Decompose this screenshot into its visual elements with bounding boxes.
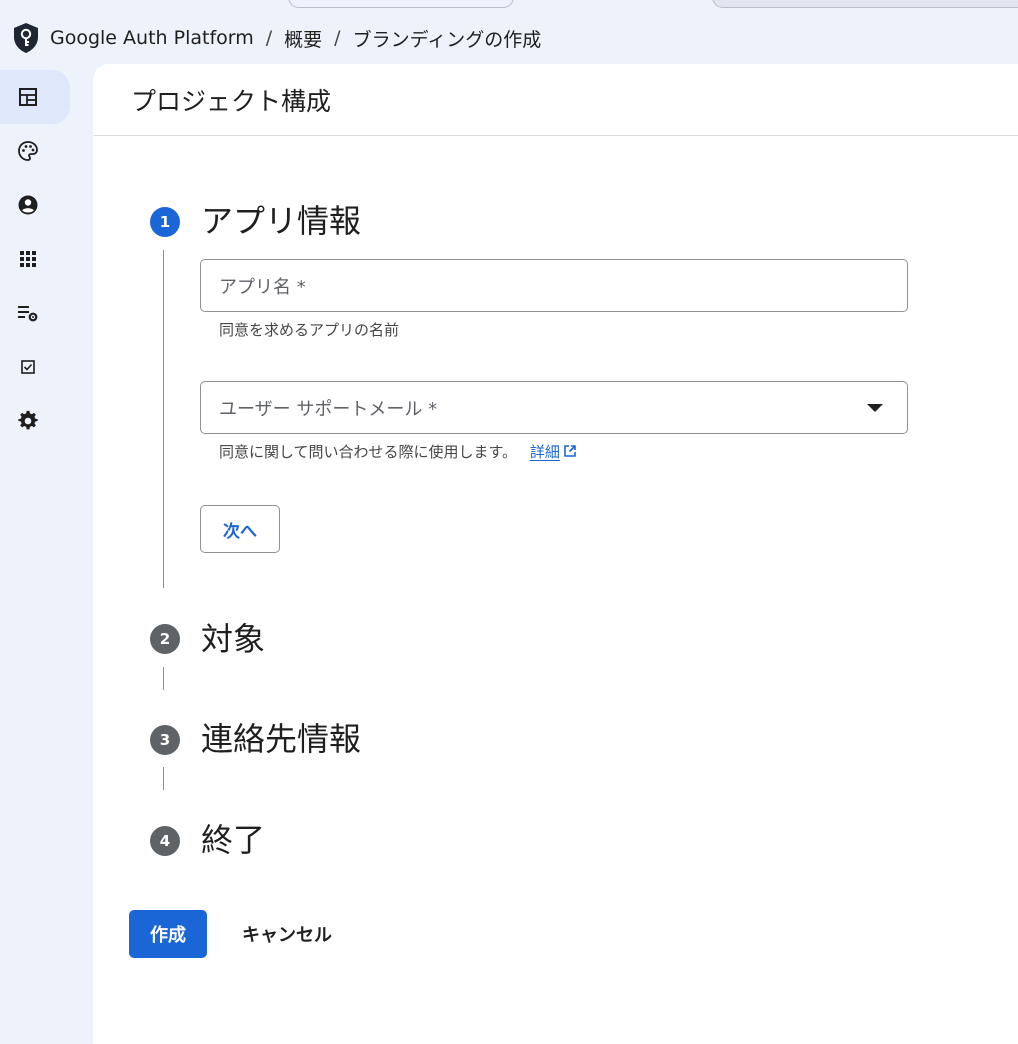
shield-key-icon	[14, 23, 38, 53]
step-connector-line	[163, 767, 164, 790]
account-circle-icon	[18, 195, 38, 215]
sidebar-item-audience[interactable]	[0, 178, 70, 232]
sidebar-item-overview[interactable]	[0, 70, 70, 124]
top-search-bar[interactable]	[712, 0, 1018, 8]
step-number-4: 4	[150, 826, 180, 856]
app-name-input[interactable]: アプリ名 *	[200, 259, 908, 312]
palette-icon	[18, 141, 38, 161]
cancel-button[interactable]: キャンセル	[229, 910, 345, 958]
top-toolbar-pill[interactable]	[288, 0, 514, 8]
support-email-hint-text: 同意に関して問い合わせる際に使用します。	[219, 443, 518, 461]
app-name-placeholder: アプリ名 *	[219, 276, 306, 298]
create-button[interactable]: 作成	[129, 910, 207, 958]
step-title-finish[interactable]: 終了	[201, 815, 265, 861]
step-number-1: 1	[150, 207, 180, 237]
apps-grid-icon	[20, 251, 36, 267]
sidebar-item-clients[interactable]	[0, 232, 70, 286]
checkbox-icon	[21, 360, 35, 374]
sidebar	[0, 68, 92, 1024]
step-title-audience[interactable]: 対象	[201, 614, 265, 660]
sidebar-item-verification[interactable]	[0, 340, 70, 394]
open-in-new-icon[interactable]	[563, 444, 577, 458]
main-panel: プロジェクト構成 1 アプリ情報 アプリ名 * 同意を求めるアプリの名前 ユーザ…	[93, 64, 1018, 1044]
learn-more-link[interactable]: 詳細	[530, 443, 560, 461]
sidebar-item-branding[interactable]	[0, 124, 70, 178]
step-number-3: 3	[150, 725, 180, 755]
support-email-placeholder: ユーザー サポートメール *	[219, 398, 438, 420]
breadcrumb-current: ブランディングの作成	[352, 28, 542, 51]
app-name-hint: 同意を求めるアプリの名前	[219, 321, 400, 339]
step-title-app-info[interactable]: アプリ情報	[201, 196, 361, 242]
breadcrumb-separator: /	[265, 27, 273, 49]
breadcrumb-overview[interactable]: 概要	[284, 25, 322, 52]
next-button[interactable]: 次へ	[200, 505, 280, 553]
step-number-2: 2	[150, 624, 180, 654]
step-title-contact-info[interactable]: 連絡先情報	[201, 714, 361, 760]
step-connector-line	[163, 667, 164, 690]
sidebar-item-data-access[interactable]	[0, 286, 70, 340]
breadcrumb-separator: /	[334, 27, 341, 49]
dropdown-arrow-icon	[867, 404, 883, 412]
sidebar-item-settings[interactable]	[0, 394, 70, 448]
learn-more-link-label: 詳細	[529, 443, 560, 461]
support-email-hint: 同意に関して問い合わせる際に使用します。 詳細	[219, 441, 577, 462]
page-title: プロジェクト構成	[93, 64, 1018, 136]
breadcrumb-app[interactable]: Google Auth Platform	[50, 27, 254, 49]
support-email-select[interactable]: ユーザー サポートメール *	[200, 381, 908, 434]
settings-gear-icon	[18, 410, 38, 430]
step-connector-line	[163, 250, 164, 588]
dashboard-icon	[19, 88, 37, 106]
list-settings-icon	[18, 306, 38, 322]
breadcrumb: Google Auth Platform / 概要 / ブランディングの作成	[12, 20, 541, 56]
